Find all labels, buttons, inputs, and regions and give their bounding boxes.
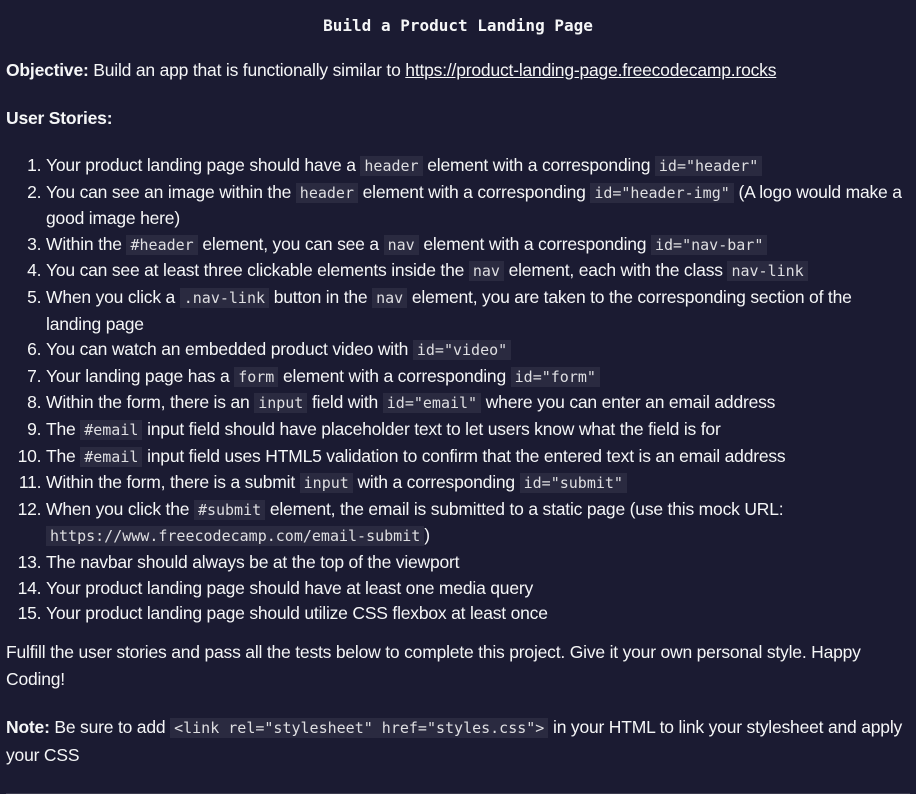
inline-code: nav — [383, 234, 419, 255]
inline-code: nav — [372, 287, 408, 308]
user-story-item: When you click the #submit element, the … — [46, 497, 910, 550]
story-text: Your landing page has a — [46, 365, 235, 386]
inline-code: header — [295, 182, 358, 203]
user-story-item: You can see an image within the header e… — [46, 180, 910, 232]
story-text: element, each with the class — [503, 260, 728, 281]
inline-code: #email — [80, 419, 143, 440]
example-project-link[interactable]: https://product-landing-page.freecodecam… — [405, 60, 776, 80]
story-text: element with a corresponding — [422, 155, 655, 175]
story-text: The — [46, 418, 81, 439]
story-text: Your product landing page should have at… — [46, 577, 534, 598]
inline-code: nav-link — [727, 261, 808, 282]
inline-code: form — [234, 366, 279, 387]
inline-code: input — [254, 393, 308, 414]
user-story-item: Your product landing page should have a … — [46, 153, 910, 180]
inline-code: id="nav-bar" — [651, 234, 768, 255]
user-story-item: You can watch an embedded product video … — [46, 337, 910, 364]
story-text: Within the form, there is a submit — [46, 472, 300, 493]
objective-label: Objective: — [6, 60, 89, 80]
story-text: When you click a — [46, 286, 180, 307]
story-text: input field uses HTML5 validation to con… — [142, 445, 786, 466]
story-text: element, you can see a — [197, 233, 384, 254]
story-text: element with a corresponding — [418, 233, 651, 254]
objective: Objective: Build an app that is function… — [6, 57, 910, 84]
story-text: When you click the — [46, 498, 194, 519]
story-text: field with — [307, 392, 383, 413]
story-text: You can see an image within the — [46, 181, 296, 202]
page-title: Build a Product Landing Page — [323, 16, 593, 35]
objective-text: Build an app that is functionally simila… — [88, 60, 406, 80]
story-text: Your product landing page should have a — [46, 155, 361, 175]
story-text: ) — [424, 525, 430, 546]
user-story-item: Within the form, there is a submit input… — [46, 470, 910, 497]
user-stories-heading: User Stories: — [6, 108, 113, 128]
user-story-item: Your product landing page should have at… — [46, 576, 910, 602]
inline-code: #submit — [193, 499, 266, 520]
story-text: Within the — [46, 233, 127, 254]
inline-code: id="video" — [412, 340, 512, 361]
story-text: element, the email is submitted to a sta… — [265, 498, 784, 519]
story-text: The navbar should always be at the top o… — [46, 551, 460, 572]
inline-code: header — [360, 156, 423, 176]
inline-code: nav — [468, 261, 504, 282]
inline-code: id="header-img" — [590, 182, 734, 203]
story-text: button in the — [269, 286, 373, 307]
story-text: where you can enter an email address — [481, 392, 776, 413]
user-story-item: Within the form, there is an input field… — [46, 390, 910, 417]
user-story-item: Your product landing page should utilize… — [46, 601, 910, 627]
inline-code: id="submit" — [519, 473, 627, 494]
story-text: with a corresponding — [352, 472, 520, 493]
user-story-item: You can see at least three clickable ele… — [46, 258, 910, 285]
user-stories-list: Your product landing page should have a … — [6, 153, 910, 627]
inline-code: .nav-link — [179, 287, 270, 308]
user-story-item: The #email input field should have place… — [46, 417, 910, 444]
inline-code: #header — [126, 234, 198, 255]
user-story-item: Within the #header element, you can see … — [46, 232, 910, 259]
story-text: element with a corresponding — [278, 365, 511, 386]
inline-code: input — [299, 473, 353, 494]
story-text: The — [46, 445, 81, 466]
inline-code: https://www.freecodecamp.com/email-submi… — [46, 526, 425, 547]
user-story-item: When you click a .nav-link button in the… — [46, 285, 910, 337]
story-text: You can watch an embedded product video … — [46, 339, 413, 360]
project-description: Build a Product Landing Page Objective: … — [0, 0, 916, 794]
stylesheet-link-code: <link rel="stylesheet" href="styles.css"… — [170, 717, 549, 738]
note: Note: Be sure to add <link rel="styleshe… — [6, 716, 903, 765]
story-text: Within the form, there is an — [46, 392, 255, 413]
user-story-item: Your landing page has a form element wit… — [46, 364, 910, 391]
inline-code: id="header" — [654, 156, 763, 176]
user-story-item: The navbar should always be at the top o… — [46, 550, 910, 576]
inline-code: id="email" — [382, 393, 482, 414]
story-text: element with a corresponding — [357, 181, 591, 202]
user-story-item: The #email input field uses HTML5 valida… — [46, 444, 910, 471]
story-text: Your product landing page should utilize… — [46, 603, 548, 624]
note-label: Note: — [6, 716, 50, 737]
story-text: input field should have placeholder text… — [142, 418, 721, 439]
inline-code: id="form" — [510, 366, 600, 387]
story-text: You can see at least three clickable ele… — [46, 260, 469, 281]
inline-code: #email — [80, 446, 143, 467]
fulfill-text: Fulfill the user stories and pass all th… — [6, 641, 861, 689]
